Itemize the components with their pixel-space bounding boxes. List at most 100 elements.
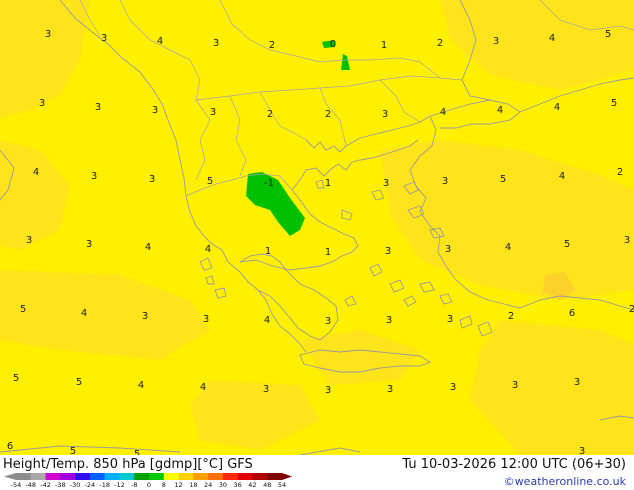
color-legend: -54 -48 -42 -38 -30 -24 -18 -12 -8 0 8 12 18 24 30 36 42… — [4, 473, 292, 489]
temperature-label: 0 — [330, 39, 336, 50]
legend-label: -18 — [99, 481, 110, 489]
temperature-label: 1 — [325, 247, 331, 258]
temperature-label: 5 — [207, 176, 213, 187]
temperature-label: 4 — [157, 36, 163, 47]
legend-label: 8 — [162, 481, 166, 489]
legend-swatch — [267, 473, 283, 480]
legend-swatch — [149, 473, 165, 480]
legend-label: -54 — [11, 481, 22, 489]
legend-arrow-low — [4, 473, 16, 480]
temperature-label: 3 — [101, 33, 107, 44]
temperature-label: 2 — [269, 40, 275, 51]
legend-label: 24 — [204, 481, 212, 489]
temperature-label: 1 — [265, 246, 271, 257]
weather-map-panel: 3 3 4 3 2 0 1 2 3 4 5 3 3 3 3 2 2 3 4 4 4 5 4 3 3 5 -1 1 3 3 5 4 2 3 3 4 4 1 1… — [0, 0, 634, 490]
temperature-label: 4 — [264, 315, 270, 326]
temperature-label: 5 — [564, 239, 570, 250]
temperature-label: 3 — [45, 29, 51, 40]
temperature-label: 3 — [445, 244, 451, 255]
temperature-label: 3 — [152, 105, 158, 116]
temperature-label: 4 — [145, 242, 151, 253]
temperature-label: 3 — [493, 36, 499, 47]
temperature-label: 5 — [76, 377, 82, 388]
temperature-label: 4 — [549, 33, 555, 44]
temperature-label: 3 — [624, 235, 630, 246]
temperature-label: 6 — [569, 308, 575, 319]
legend-swatch — [75, 473, 91, 480]
legend-label: 42 — [248, 481, 256, 489]
legend-swatch — [134, 473, 150, 480]
temperature-label: 3 — [385, 246, 391, 257]
legend-swatch — [208, 473, 224, 480]
temperature-label: 2 — [267, 109, 273, 120]
temperature-label: 3 — [263, 384, 269, 395]
legend-swatch — [30, 473, 46, 480]
legend-label: 36 — [234, 481, 242, 489]
temperature-label: 5 — [20, 304, 26, 315]
temperature-label: 5 — [605, 29, 611, 40]
legend-swatch — [104, 473, 120, 480]
temperature-label: 3 — [26, 235, 32, 246]
legend-label: -8 — [131, 481, 137, 489]
legend-swatch — [16, 473, 32, 480]
temperature-label: 4 — [81, 308, 87, 319]
legend-label: 30 — [219, 481, 227, 489]
temperature-label: 3 — [325, 385, 331, 396]
temperature-label: 3 — [95, 102, 101, 113]
legend-swatch — [163, 473, 179, 480]
temperature-label: 3 — [86, 239, 92, 250]
legend-label: -48 — [25, 481, 36, 489]
temperature-label: 1 — [381, 40, 387, 51]
temperature-label: 5 — [611, 98, 617, 109]
temperature-label: 3 — [383, 178, 389, 189]
temperature-label: 3 — [512, 380, 518, 391]
legend-swatch — [60, 473, 76, 480]
temperature-label: 5 — [13, 373, 19, 384]
temperature-label: 5 — [70, 446, 76, 455]
temperature-label: 1 — [325, 178, 331, 189]
temperature-label: 3 — [579, 446, 585, 455]
temperature-label: 3 — [325, 316, 331, 327]
legend-label: 54 — [278, 481, 286, 489]
temperature-label: 3 — [142, 311, 148, 322]
legend-swatch — [222, 473, 238, 480]
temperature-label: 3 — [442, 176, 448, 187]
legend-label: -30 — [70, 481, 81, 489]
valid-time: Tu 10-03-2026 12:00 UTC (06+30) — [402, 457, 626, 472]
temperature-label: 3 — [386, 315, 392, 326]
temperature-label: 3 — [387, 384, 393, 395]
legend-label: -38 — [55, 481, 66, 489]
legend-label: 0 — [147, 481, 151, 489]
temperature-map: 3 3 4 3 2 0 1 2 3 4 5 3 3 3 3 2 2 3 4 4 4 5 4 3 3 5 -1 1 3 3 5 4 2 3 3 4 4 1 1… — [0, 0, 634, 455]
temperature-label: 3 — [203, 314, 209, 325]
legend-label: 12 — [174, 481, 182, 489]
temperature-label: 4 — [138, 380, 144, 391]
temperature-label: 4 — [497, 105, 503, 116]
credit-link[interactable]: ©weatheronline.co.uk — [504, 475, 626, 488]
temperature-label: 4 — [559, 171, 565, 182]
temperature-label: 4 — [554, 102, 560, 113]
legend-swatch — [45, 473, 61, 480]
temperature-label: 2 — [325, 109, 331, 120]
legend-swatch — [178, 473, 194, 480]
temperature-label: 2 — [617, 167, 623, 178]
temperature-label: 2 — [629, 304, 634, 315]
legend-arrow-high — [282, 473, 292, 480]
temperature-label: 4 — [200, 382, 206, 393]
temperature-label: -1 — [264, 178, 274, 189]
legend-label: -12 — [114, 481, 125, 489]
legend-swatch — [237, 473, 253, 480]
temperature-label: 6 — [7, 441, 13, 452]
temperature-label: 3 — [91, 171, 97, 182]
legend-swatch — [193, 473, 209, 480]
temperature-label: 4 — [205, 244, 211, 255]
temperature-label: 2 — [437, 38, 443, 49]
map-footer: Height/Temp. 850 hPa [gdmp][°C] GFS Tu 1… — [0, 455, 634, 490]
temperature-label: 3 — [447, 314, 453, 325]
legend-label: 48 — [263, 481, 271, 489]
legend-label: 18 — [189, 481, 197, 489]
temperature-label: 4 — [440, 107, 446, 118]
legend-swatch — [119, 473, 135, 480]
legend-label: -24 — [85, 481, 96, 489]
temperature-label: 3 — [210, 107, 216, 118]
